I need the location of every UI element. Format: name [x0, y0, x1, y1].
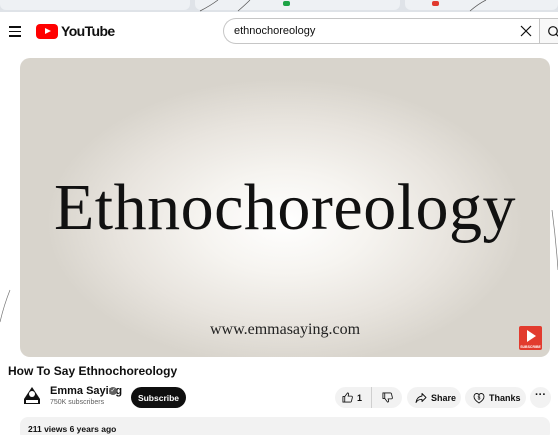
dislike-button[interactable] [372, 387, 402, 408]
share-label: Share [431, 392, 457, 403]
youtube-logo-icon [36, 23, 58, 39]
like-count: 1 [357, 392, 363, 403]
tab-favicon-icon [283, 1, 290, 6]
thanks-button[interactable]: $ Thanks [465, 387, 526, 408]
avatar-image [24, 387, 40, 404]
more-actions-button[interactable]: ··· [530, 387, 551, 408]
browser-tab[interactable] [0, 0, 190, 10]
search-input-value[interactable]: ethnochoreology [234, 25, 315, 37]
video-overlay-url: www.emmasaying.com [209, 321, 361, 338]
header: YouTube ethnochoreology [0, 12, 558, 50]
search-icon [548, 26, 558, 37]
browser-tab-strip [0, 0, 558, 12]
youtube-logo[interactable]: YouTube [36, 23, 115, 39]
share-button[interactable]: Share [407, 387, 461, 408]
share-icon [415, 392, 427, 403]
avatar[interactable] [20, 384, 44, 408]
logo-text: YouTube [61, 23, 115, 39]
thanks-label: Thanks [489, 392, 521, 403]
menu-icon[interactable] [9, 26, 21, 37]
video-title: How To Say Ethnochoreology [8, 364, 178, 378]
dislike-icon [382, 392, 393, 403]
like-dislike-group: 1 [335, 387, 402, 408]
svg-text:$: $ [478, 395, 481, 401]
clear-icon[interactable] [519, 24, 533, 38]
thanks-icon: $ [473, 392, 485, 404]
description-box[interactable]: 211 views 6 years ago [20, 417, 550, 435]
search-button[interactable] [539, 18, 558, 44]
subscribe-button[interactable]: Subscribe [131, 387, 186, 408]
subscribe-badge-text: SUBSCRIBE [520, 345, 541, 349]
subscriber-count: 750K subscribers [50, 399, 105, 406]
search-input[interactable]: ethnochoreology [223, 18, 539, 44]
like-button[interactable]: 1 [335, 387, 372, 408]
view-count-date: 211 views 6 years ago [28, 424, 117, 434]
more-icon: ··· [535, 389, 546, 401]
video-player[interactable]: Ethnochoreology www.emmasaying.com SUBSC… [20, 58, 550, 357]
tab-favicon-icon [432, 1, 439, 6]
subscribe-badge-icon[interactable]: SUBSCRIBE [519, 326, 542, 350]
like-icon [342, 392, 353, 403]
video-overlay-word: Ethnochoreology [53, 171, 517, 244]
browser-tab[interactable] [195, 0, 400, 10]
browser-tab[interactable] [405, 0, 558, 10]
verified-icon: ✓ [109, 387, 117, 395]
